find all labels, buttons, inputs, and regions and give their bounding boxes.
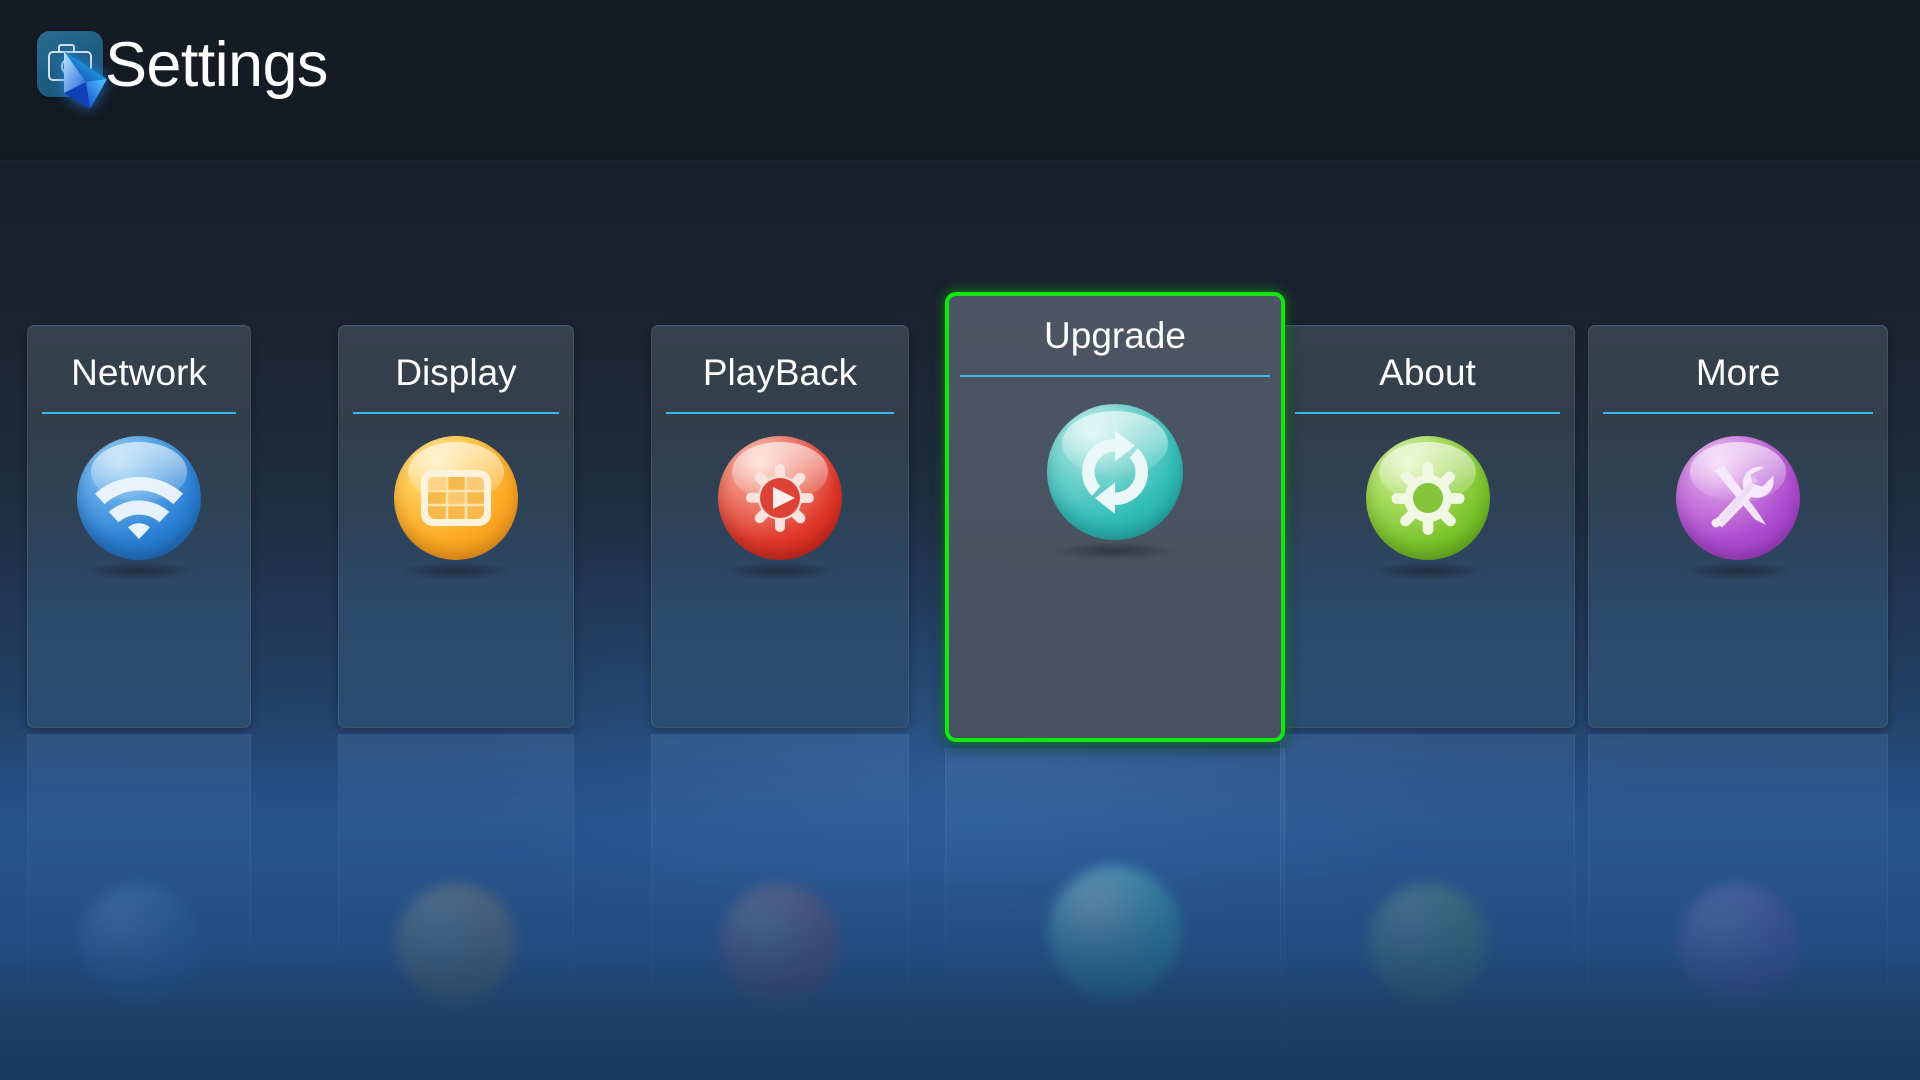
card-title-display: Display bbox=[339, 351, 573, 395]
card-title-network: Network bbox=[28, 351, 250, 395]
gear-icon bbox=[1366, 436, 1490, 560]
icon-shadow bbox=[400, 562, 512, 580]
title-underline bbox=[353, 412, 559, 414]
icon-shadow bbox=[1372, 562, 1484, 580]
settings-card-network[interactable]: Network 192.168.1.56 bbox=[27, 325, 251, 728]
title-underline bbox=[42, 412, 236, 414]
settings-card-about[interactable]: About HMD-3.0.1 2015-0 bbox=[1280, 325, 1575, 728]
gear-play-icon bbox=[718, 436, 842, 560]
tools-icon bbox=[1676, 436, 1800, 560]
wifi-icon bbox=[77, 436, 201, 560]
settings-card-display[interactable]: Display bbox=[338, 325, 574, 728]
title-underline bbox=[1295, 412, 1560, 414]
settings-card-row: Network 192.168.1.56 Display bbox=[0, 0, 1920, 1080]
refresh-sync-icon bbox=[1047, 404, 1183, 540]
icon-shadow bbox=[83, 562, 195, 580]
card-title-playback: PlayBack bbox=[652, 351, 908, 395]
card-title-about: About bbox=[1281, 351, 1574, 395]
card-title-more: More bbox=[1589, 351, 1887, 395]
icon-shadow bbox=[724, 562, 836, 580]
title-underline bbox=[960, 375, 1270, 377]
screen-grid-icon bbox=[394, 436, 518, 560]
icon-shadow bbox=[1053, 542, 1177, 560]
settings-card-upgrade[interactable]: Upgrade bbox=[945, 292, 1285, 742]
icon-shadow bbox=[1682, 562, 1794, 580]
title-underline bbox=[666, 412, 894, 414]
title-underline bbox=[1603, 412, 1873, 414]
settings-screen: Settings Network 192.168.1.56 bbox=[0, 0, 1920, 1080]
settings-card-more[interactable]: More bbox=[1588, 325, 1888, 728]
card-title-upgrade: Upgrade bbox=[949, 314, 1281, 358]
settings-card-playback[interactable]: PlayBack 16:9 bbox=[651, 325, 909, 728]
